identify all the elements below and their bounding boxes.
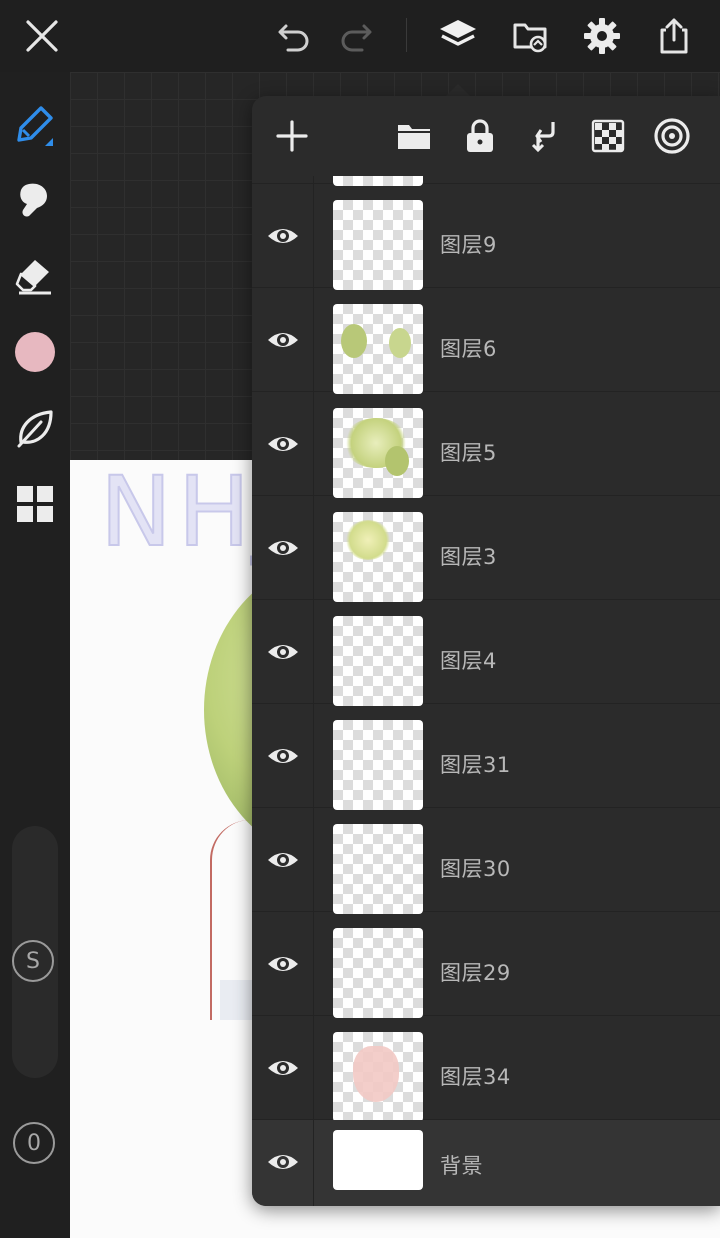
opacity-label[interactable]: 0 [13,1122,55,1164]
layer-list[interactable]: 图层9 图层6 图层5 图层3 图层4 图层31 图层30 图层29 图层34 … [252,176,720,1206]
layer-thumbnail [333,824,423,914]
layer-row-partial[interactable] [252,176,720,186]
eye-column [252,176,314,183]
eye-column [252,1016,314,1119]
redo-icon[interactable] [332,12,380,60]
brush-size-slider[interactable]: S [12,826,58,1078]
layer-thumbnail [333,512,423,602]
layer-thumbnail [333,304,423,394]
layer-thumbnail [333,200,423,290]
eye-icon[interactable] [266,534,300,562]
lock-icon[interactable] [454,110,506,162]
eye-column [252,1120,314,1206]
layer-thumbnail [333,1032,423,1122]
undo-icon[interactable] [270,12,318,60]
eye-column [252,496,314,599]
top-toolbar [0,0,720,72]
transparency-icon[interactable] [582,110,634,162]
layer-row-background[interactable]: 背景 [252,1120,720,1206]
eye-icon[interactable] [266,846,300,874]
eye-icon[interactable] [266,1148,300,1176]
leaf-icon[interactable] [11,404,59,452]
layer-name: 图层3 [440,545,497,569]
merge-down-icon[interactable] [518,110,570,162]
eye-icon[interactable] [266,950,300,978]
eraser-icon[interactable] [11,252,59,300]
layer-thumbnail [333,616,423,706]
layers-panel: 图层9 图层6 图层5 图层3 图层4 图层31 图层30 图层29 图层34 … [252,96,720,1206]
layer-name: 图层29 [440,961,511,985]
layer-row[interactable]: 图层30 [252,808,720,914]
eye-icon[interactable] [266,430,300,458]
layer-name: 图层9 [440,233,497,257]
layer-row[interactable]: 图层34 [252,1016,720,1122]
layer-name: 图层30 [440,857,511,881]
eye-column [252,808,314,911]
gear-icon[interactable] [578,12,626,60]
reference-icon[interactable] [646,110,698,162]
eye-icon[interactable] [266,1054,300,1082]
layer-row[interactable]: 图层5 [252,392,720,498]
panel-pointer [446,84,470,96]
layer-row[interactable]: 图层31 [252,704,720,810]
layer-name: 背景 [440,1154,483,1178]
smudge-icon[interactable] [11,176,59,224]
brush-size-label: S [12,940,54,982]
eye-column [252,392,314,495]
close-icon[interactable] [18,12,66,60]
eye-icon[interactable] [266,326,300,354]
layer-thumbnail [333,928,423,1018]
share-icon[interactable] [650,12,698,60]
eye-icon[interactable] [266,638,300,666]
left-toolbar: S 0 [0,72,70,1238]
eye-column [252,912,314,1015]
grid-icon[interactable] [11,480,59,528]
color-swatch[interactable] [11,328,59,376]
add-layer-icon[interactable] [266,110,318,162]
layer-name: 图层31 [440,753,511,777]
layer-row[interactable]: 图层3 [252,496,720,602]
layer-name: 图层5 [440,441,497,465]
layer-row[interactable]: 图层29 [252,912,720,1018]
layer-name: 图层34 [440,1065,511,1089]
gallery-icon[interactable] [506,12,554,60]
layer-name: 图层6 [440,337,497,361]
eye-icon[interactable] [266,742,300,770]
eye-column [252,288,314,391]
layer-row[interactable]: 图层4 [252,600,720,706]
layers-icon[interactable] [434,12,482,60]
eye-icon[interactable] [266,222,300,250]
layer-thumbnail [333,1130,423,1190]
eye-column [252,704,314,807]
toolbar-divider [406,18,407,52]
layer-thumbnail [333,720,423,810]
layer-thumbnail [333,408,423,498]
folder-icon[interactable] [388,110,440,162]
brush-icon[interactable] [11,100,59,148]
eye-column [252,600,314,703]
layer-row[interactable]: 图层6 [252,288,720,394]
eye-column [252,184,314,287]
layer-name: 图层4 [440,649,497,673]
layer-row[interactable]: 图层9 [252,184,720,290]
